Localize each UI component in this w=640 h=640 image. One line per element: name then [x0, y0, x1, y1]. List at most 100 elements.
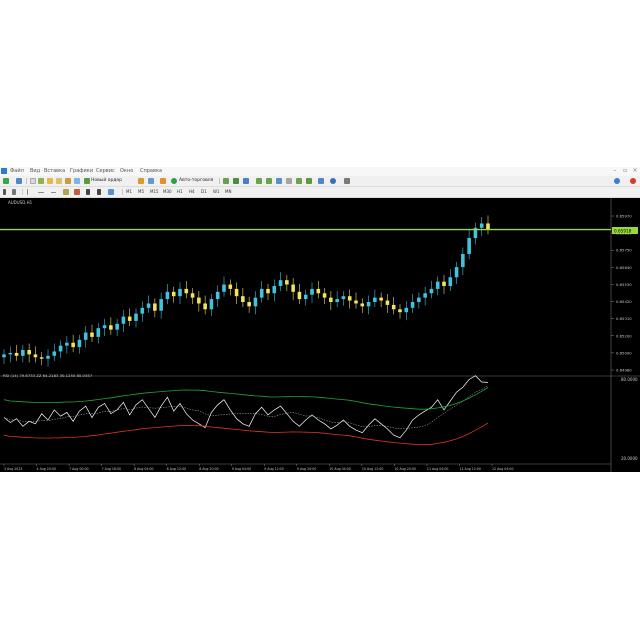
- candle-body: [461, 254, 465, 268]
- candle-body: [379, 297, 383, 301]
- horizontal-line-icon[interactable]: [38, 192, 44, 193]
- bar-chart-icon[interactable]: [223, 178, 229, 184]
- time-tick-label: 12 Aug 04:00: [492, 467, 514, 471]
- close-icon[interactable]: ×: [632, 168, 638, 174]
- chart-frame: [0, 198, 640, 472]
- candle-body: [39, 357, 44, 359]
- time-tick-label: 8 Aug 12:00: [167, 467, 186, 471]
- trendline-icon[interactable]: [51, 192, 56, 193]
- strategy-tester-icon[interactable]: [65, 178, 71, 184]
- vertical-line-icon[interactable]: [27, 189, 28, 195]
- autotrade-icon[interactable]: [171, 178, 177, 184]
- candle-body: [102, 325, 107, 329]
- timeframe-m5[interactable]: M5: [138, 189, 144, 195]
- timeframe-h1[interactable]: H1: [177, 189, 183, 195]
- ea-settings-icon[interactable]: [138, 178, 144, 184]
- candle-body: [366, 302, 371, 307]
- candle-body: [272, 286, 277, 294]
- chart-shift-icon[interactable]: [286, 178, 292, 184]
- close-chart-icon[interactable]: [630, 178, 636, 184]
- candlestick-icon[interactable]: [233, 178, 239, 184]
- candle-body: [335, 299, 339, 302]
- menu-window[interactable]: Окно: [120, 167, 133, 176]
- separator: [22, 189, 23, 195]
- new-order-button[interactable]: Новый ордер: [91, 176, 122, 186]
- time-tick-label: 11 Aug 12:00: [459, 467, 481, 471]
- time-tick-label: 10 Aug 04:00: [329, 467, 351, 471]
- market-watch-icon[interactable]: [30, 178, 36, 184]
- tile-windows-icon[interactable]: [276, 178, 282, 184]
- symbol-label: AUDUSD,H1: [8, 200, 33, 205]
- candle-body: [310, 288, 314, 295]
- templates-icon[interactable]: [330, 178, 336, 184]
- timeframe-m30[interactable]: M30: [163, 189, 172, 195]
- new-order-icon[interactable]: [84, 178, 90, 184]
- candle-body: [159, 299, 163, 311]
- line-chart-icon[interactable]: [243, 178, 249, 184]
- timeframe-d1[interactable]: D1: [201, 189, 207, 195]
- menu-help[interactable]: Справка: [140, 167, 162, 176]
- crosshair-icon[interactable]: [12, 189, 16, 195]
- menu-tools[interactable]: Сервис: [96, 167, 115, 176]
- candle-body: [209, 299, 214, 310]
- menu-file[interactable]: Файл: [10, 167, 24, 176]
- candle-body: [398, 309, 402, 313]
- timeframe-m15[interactable]: M15: [150, 189, 159, 195]
- menu-view[interactable]: Вид: [30, 167, 40, 176]
- auto-scroll-icon[interactable]: [296, 178, 302, 184]
- candle-body: [203, 303, 207, 310]
- autotrade-button[interactable]: Авто-торговля: [179, 176, 213, 186]
- time-tick-label: 7 Aug 00:00: [69, 467, 88, 471]
- chart-area[interactable]: 0.659700.658600.657500.656400.655300.654…: [0, 198, 640, 472]
- arrows-icon[interactable]: [108, 189, 114, 195]
- new-chart-icon[interactable]: [3, 178, 9, 184]
- minimize-icon[interactable]: –: [612, 168, 618, 174]
- menu-insert[interactable]: Вставка: [44, 167, 65, 176]
- price-chart: 0.659700.658600.657500.656400.655300.654…: [0, 198, 640, 472]
- restore-icon[interactable]: ▫: [622, 168, 628, 174]
- candle-body: [197, 297, 201, 304]
- options-icon[interactable]: [148, 178, 154, 184]
- timeframe-m1[interactable]: M1: [126, 189, 132, 195]
- account-icon[interactable]: [614, 178, 620, 184]
- candle-body: [241, 296, 245, 302]
- time-tick-label: 3 Aug 2023: [4, 467, 22, 471]
- zoom-in-icon[interactable]: [256, 178, 262, 184]
- price-tick-label: 0.64980: [616, 368, 632, 373]
- chart-window-icon[interactable]: [160, 178, 166, 184]
- fibonacci-icon[interactable]: [74, 189, 80, 195]
- periods-icon[interactable]: [318, 178, 324, 184]
- time-tick-label: 11 Aug 04:00: [427, 467, 449, 471]
- candle-body: [27, 350, 31, 355]
- candle-body: [435, 281, 440, 289]
- profiles-icon[interactable]: [16, 178, 22, 184]
- timeframe-h4[interactable]: H4: [189, 189, 195, 195]
- current-price-label: 0.65918: [614, 229, 632, 234]
- channel-icon[interactable]: [63, 189, 69, 195]
- menu-charts[interactable]: Графики: [70, 167, 93, 176]
- candle-body: [171, 291, 176, 297]
- candle-body: [448, 277, 453, 286]
- candle-body: [417, 297, 421, 302]
- dropdown-icon[interactable]: [344, 178, 350, 184]
- meta-editor-icon[interactable]: [74, 178, 80, 184]
- price-tick-label: 0.65310: [616, 316, 632, 321]
- candle-body: [479, 223, 484, 228]
- candle-body: [253, 297, 258, 307]
- time-tick-label: 4 Aug 20:00: [37, 467, 56, 471]
- price-tick-label: 0.65200: [616, 333, 632, 338]
- candle-body: [46, 355, 50, 359]
- cursor-icon[interactable]: [3, 189, 6, 195]
- terminal-icon[interactable]: [56, 178, 62, 184]
- text-icon[interactable]: [86, 189, 90, 195]
- candle-body: [153, 303, 157, 311]
- label-icon[interactable]: [97, 189, 101, 195]
- timeframe-mn[interactable]: MN: [225, 189, 231, 195]
- candle-body: [329, 297, 333, 302]
- zoom-out-icon[interactable]: [266, 178, 272, 184]
- indicator-axis-low: 20.0000: [621, 456, 638, 461]
- data-window-icon[interactable]: [38, 178, 44, 184]
- navigator-icon[interactable]: [47, 178, 53, 184]
- indicators-icon[interactable]: [306, 178, 312, 184]
- timeframe-w1[interactable]: W1: [213, 189, 220, 195]
